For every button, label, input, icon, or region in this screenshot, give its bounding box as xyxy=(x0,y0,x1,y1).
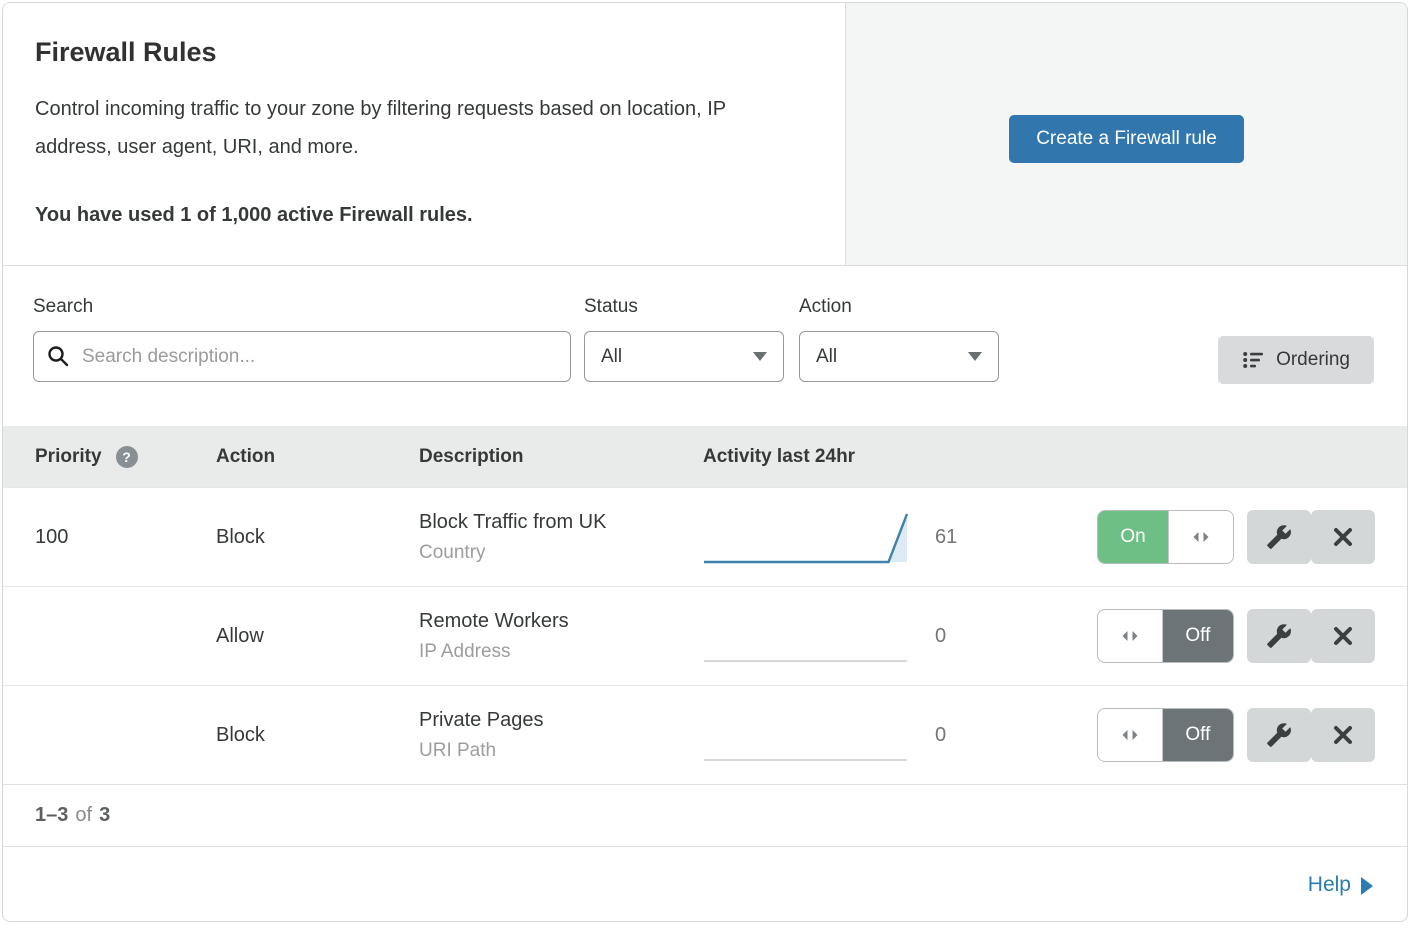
column-header-priority: Priority xyxy=(35,446,102,468)
toggle-state-label: On xyxy=(1098,511,1168,563)
delete-rule-button[interactable] xyxy=(1311,510,1375,564)
wrench-icon xyxy=(1266,524,1292,550)
close-icon xyxy=(1332,625,1354,647)
search-input[interactable] xyxy=(33,331,571,382)
pagination-total: 3 xyxy=(99,804,110,827)
rule-description: Private Pages xyxy=(419,709,703,732)
table-row: 100 Block Block Traffic from UK Country … xyxy=(3,487,1407,586)
filter-bar: Search Status All Action All xyxy=(3,266,1407,426)
pagination-of: of xyxy=(75,804,92,827)
create-firewall-rule-button[interactable]: Create a Firewall rule xyxy=(1009,115,1244,163)
help-bar: Help xyxy=(3,846,1407,922)
rule-enabled-toggle[interactable]: On xyxy=(1097,510,1234,564)
table-row: Allow Remote Workers IP Address 0 Off xyxy=(3,586,1407,685)
status-label: Status xyxy=(584,296,784,318)
activity-sparkline xyxy=(703,506,908,568)
usage-note: You have used 1 of 1,000 active Firewall… xyxy=(35,204,805,227)
action-label: Action xyxy=(799,296,999,318)
wrench-icon xyxy=(1266,623,1292,649)
column-header-action: Action xyxy=(216,446,419,468)
ordering-button-label: Ordering xyxy=(1276,349,1350,371)
header-text-block: Firewall Rules Control incoming traffic … xyxy=(3,3,846,265)
action-select[interactable]: All xyxy=(799,331,999,382)
action-selected-value: All xyxy=(816,346,837,368)
rule-type: Country xyxy=(419,542,703,564)
delete-rule-button[interactable] xyxy=(1311,609,1375,663)
page-description: Control incoming traffic to your zone by… xyxy=(35,90,805,166)
priority-help-icon[interactable]: ? xyxy=(116,446,138,468)
help-link[interactable]: Help xyxy=(1308,873,1373,897)
toggle-state-label: Off xyxy=(1163,709,1233,761)
column-header-description: Description xyxy=(419,446,703,468)
edit-rule-button[interactable] xyxy=(1247,510,1311,564)
rule-action: Allow xyxy=(216,625,419,648)
page-title: Firewall Rules xyxy=(35,37,805,68)
rule-action: Block xyxy=(216,724,419,747)
search-label: Search xyxy=(33,296,571,318)
table-header-row: Priority ? Action Description Activity l… xyxy=(3,426,1407,487)
rule-type: URI Path xyxy=(419,740,703,762)
rule-action: Block xyxy=(216,526,419,549)
toggle-handle-icon xyxy=(1168,511,1233,563)
activity-sparkline xyxy=(703,605,908,667)
firewall-rules-panel: Firewall Rules Control incoming traffic … xyxy=(2,2,1408,922)
table-row: Block Private Pages URI Path 0 Off xyxy=(3,685,1407,784)
chevron-down-icon xyxy=(753,352,767,361)
header-action-area: Create a Firewall rule xyxy=(846,3,1407,265)
close-icon xyxy=(1332,724,1354,746)
rule-description: Block Traffic from UK xyxy=(419,511,703,534)
activity-count: 0 xyxy=(908,724,1038,747)
action-filter-group: Action All xyxy=(799,296,999,382)
delete-rule-button[interactable] xyxy=(1311,708,1375,762)
activity-sparkline xyxy=(703,704,908,766)
toggle-handle-icon xyxy=(1098,610,1163,662)
rule-priority: 100 xyxy=(3,526,216,549)
status-selected-value: All xyxy=(601,346,622,368)
rule-type: IP Address xyxy=(419,641,703,663)
ordering-button[interactable]: Ordering xyxy=(1218,336,1374,384)
panel-header: Firewall Rules Control incoming traffic … xyxy=(3,3,1407,266)
pagination-range: 1–3 xyxy=(35,804,68,827)
edit-rule-button[interactable] xyxy=(1247,708,1311,762)
chevron-down-icon xyxy=(968,352,982,361)
activity-count: 61 xyxy=(908,526,1038,549)
wrench-icon xyxy=(1266,722,1292,748)
toggle-state-label: Off xyxy=(1163,610,1233,662)
help-link-label: Help xyxy=(1308,873,1351,897)
search-icon xyxy=(47,345,69,367)
search-filter-group: Search xyxy=(33,296,571,382)
rule-description: Remote Workers xyxy=(419,610,703,633)
rule-enabled-toggle[interactable]: Off xyxy=(1097,609,1234,663)
edit-rule-button[interactable] xyxy=(1247,609,1311,663)
status-filter-group: Status All xyxy=(584,296,784,382)
pagination-bar: 1–3 of 3 xyxy=(3,784,1407,846)
toggle-handle-icon xyxy=(1098,709,1163,761)
rule-enabled-toggle[interactable]: Off xyxy=(1097,708,1234,762)
status-select[interactable]: All xyxy=(584,331,784,382)
arrow-right-icon xyxy=(1361,877,1373,895)
column-header-activity: Activity last 24hr xyxy=(703,446,1038,468)
close-icon xyxy=(1332,526,1354,548)
ordered-list-icon xyxy=(1242,349,1264,371)
activity-count: 0 xyxy=(908,625,1038,648)
